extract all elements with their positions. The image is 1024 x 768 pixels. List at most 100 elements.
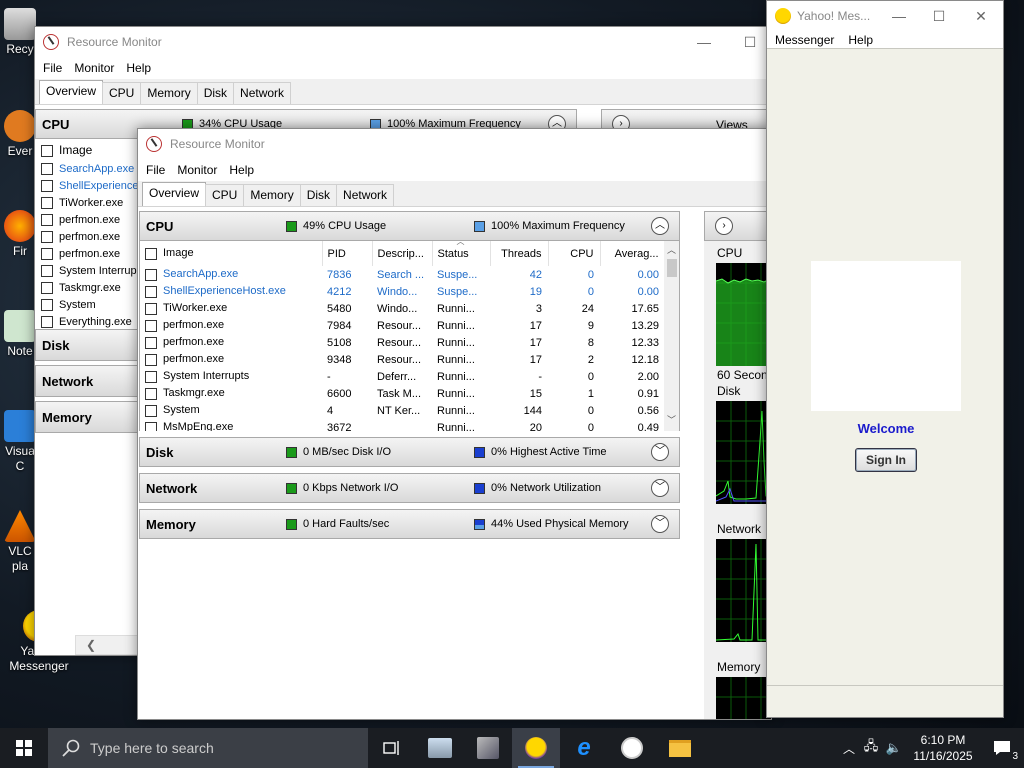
chevron-right-icon[interactable]: › [715, 217, 733, 235]
start-button[interactable] [0, 728, 48, 768]
tab-memory[interactable]: Memory [243, 184, 301, 206]
cpu-section-header[interactable]: CPU 49% CPU Usage 100% Maximum Frequency… [139, 211, 680, 241]
scroll-up-icon[interactable]: ︿ [667, 243, 676, 256]
tab-cpu[interactable]: CPU [205, 184, 245, 206]
table-row[interactable]: MsMpEng.exe 3672 Runni... 20 0 0.49 [140, 419, 665, 431]
menu-messenger[interactable]: Messenger [769, 33, 840, 47]
row-checkbox[interactable] [41, 299, 53, 312]
action-center-button[interactable]: 3 [980, 728, 1024, 768]
row-checkbox[interactable] [145, 404, 157, 417]
disk-section-header[interactable]: Disk 0 MB/sec Disk I/O 0% Highest Active… [139, 437, 680, 467]
table-row[interactable]: perfmon.exe 5108 Resour... Runni... 17 8 12.33 [140, 334, 665, 351]
minimize-button[interactable]: — [879, 1, 919, 31]
column-cpu[interactable]: CPU [548, 241, 601, 266]
sign-in-button[interactable]: Sign In [855, 448, 917, 472]
taskbar-app-internet-explorer[interactable]: e [560, 728, 608, 768]
list-item[interactable]: perfmon.exe [35, 246, 145, 263]
taskbar-app-file-explorer[interactable] [656, 728, 704, 768]
column-description[interactable]: Descrip... [372, 241, 433, 266]
list-item[interactable]: perfmon.exe [35, 229, 145, 246]
taskbar-app-yahoo-messenger[interactable] [512, 728, 560, 768]
chevron-down-icon[interactable]: ﹀ [651, 443, 669, 461]
clock[interactable]: 6:10 PM 11/16/2025 [906, 732, 980, 764]
row-checkbox[interactable] [41, 231, 53, 244]
tab-network[interactable]: Network [336, 184, 395, 206]
chevron-down-icon[interactable]: ﹀ [651, 479, 669, 497]
list-item[interactable]: TiWorker.exe [35, 195, 145, 212]
table-row[interactable]: Taskmgr.exe 6600 Task M... Runni... 15 1 0.91 [140, 385, 665, 402]
vertical-scrollbar[interactable]: ︿ ﹀ [664, 241, 679, 431]
row-checkbox[interactable] [145, 285, 157, 298]
chevron-up-icon[interactable]: ︿ [651, 217, 669, 235]
menu-help[interactable]: Help [223, 163, 260, 177]
menu-file[interactable]: File [140, 163, 171, 177]
column-average[interactable]: Averag... [600, 241, 666, 266]
tab-overview[interactable]: Overview [39, 80, 104, 104]
table-row[interactable]: System Interrupts - Deferr... Runni... -0 2.0… [140, 368, 665, 385]
column-pid[interactable]: PID [322, 241, 373, 266]
network-section-header[interactable]: Network 0 Kbps Network I/O 0% Network Ut… [139, 473, 680, 503]
tab-network[interactable]: Network [233, 82, 292, 104]
row-checkbox[interactable] [145, 268, 157, 281]
table-row[interactable]: SearchApp.exe 7836 Search ... Suspe... 42 0 0.… [140, 266, 665, 283]
row-checkbox[interactable] [145, 302, 157, 315]
row-checkbox[interactable] [145, 370, 157, 383]
column-image[interactable]: Image [140, 241, 323, 266]
select-all-checkbox[interactable] [145, 247, 157, 260]
tab-cpu[interactable]: CPU [102, 82, 142, 104]
minimize-button[interactable]: — [681, 27, 727, 57]
row-checkbox[interactable] [41, 197, 53, 210]
tab-disk[interactable]: Disk [299, 184, 338, 206]
tab-disk[interactable]: Disk [196, 82, 235, 104]
row-checkbox[interactable] [41, 248, 53, 261]
select-all-checkbox[interactable] [41, 144, 53, 157]
menu-monitor[interactable]: Monitor [68, 61, 120, 75]
row-checkbox[interactable] [41, 316, 53, 329]
chevron-down-icon[interactable]: ﹀ [651, 515, 669, 533]
taskbar-app-control-panel[interactable] [416, 728, 464, 768]
table-row[interactable]: System 4 NT Ker... Runni... 144 0 0.56 [140, 402, 665, 419]
list-item[interactable]: SearchApp.exe [35, 161, 145, 178]
table-row[interactable]: perfmon.exe 7984 Resour... Runni... 17 9 13.29 [140, 317, 665, 334]
list-item[interactable]: System [35, 297, 145, 314]
taskbar-app-resource-monitor[interactable] [608, 728, 656, 768]
row-checkbox[interactable] [41, 163, 53, 176]
row-checkbox[interactable] [145, 319, 157, 332]
scroll-left-icon[interactable]: ❮ [86, 638, 96, 652]
row-checkbox[interactable] [41, 265, 53, 278]
column-status[interactable]: ︿ Status [432, 241, 491, 266]
row-checkbox[interactable] [145, 387, 157, 400]
column-threads[interactable]: Threads [490, 241, 549, 266]
scrollbar-thumb[interactable] [667, 259, 677, 277]
row-checkbox[interactable] [145, 336, 157, 349]
tab-overview[interactable]: Overview [142, 182, 207, 206]
menu-monitor[interactable]: Monitor [171, 163, 223, 177]
scroll-down-icon[interactable]: ﹀ [667, 413, 676, 426]
list-item[interactable]: perfmon.exe [35, 212, 145, 229]
row-checkbox[interactable] [41, 214, 53, 227]
list-item[interactable]: ShellExperience [35, 178, 145, 195]
row-checkbox[interactable] [145, 421, 157, 431]
table-row[interactable]: perfmon.exe 9348 Resour... Runni... 17 2 12.18 [140, 351, 665, 368]
list-item[interactable]: Taskmgr.exe [35, 280, 145, 297]
task-view-button[interactable] [368, 728, 416, 768]
menu-help[interactable]: Help [840, 33, 879, 47]
horizontal-scrollbar[interactable]: ❮ [75, 635, 145, 655]
table-row[interactable]: ShellExperienceHost.exe 4212 Windo... Suspe… [140, 283, 665, 300]
taskbar-app-network-tool[interactable] [464, 728, 512, 768]
network-status-icon[interactable]: 🖧 [860, 737, 882, 759]
menu-help[interactable]: Help [120, 61, 157, 75]
table-row[interactable]: TiWorker.exe 5480 Windo... Runni... 3 24 17.65 [140, 300, 665, 317]
show-hidden-icons-chevron-icon[interactable]: ︿ [838, 740, 860, 757]
close-button[interactable]: ✕ [959, 1, 1003, 31]
menu-file[interactable]: File [37, 61, 68, 75]
row-checkbox[interactable] [41, 180, 53, 193]
maximize-button[interactable]: ☐ [919, 1, 959, 31]
volume-icon[interactable]: 🔈 [882, 740, 906, 756]
search-box[interactable]: Type here to search [48, 728, 368, 768]
memory-section-header[interactable]: Memory 0 Hard Faults/sec 44% Used Physic… [139, 509, 680, 539]
tab-memory[interactable]: Memory [140, 82, 198, 104]
row-checkbox[interactable] [41, 282, 53, 295]
list-item[interactable]: System Interrup [35, 263, 145, 280]
row-checkbox[interactable] [145, 353, 157, 366]
